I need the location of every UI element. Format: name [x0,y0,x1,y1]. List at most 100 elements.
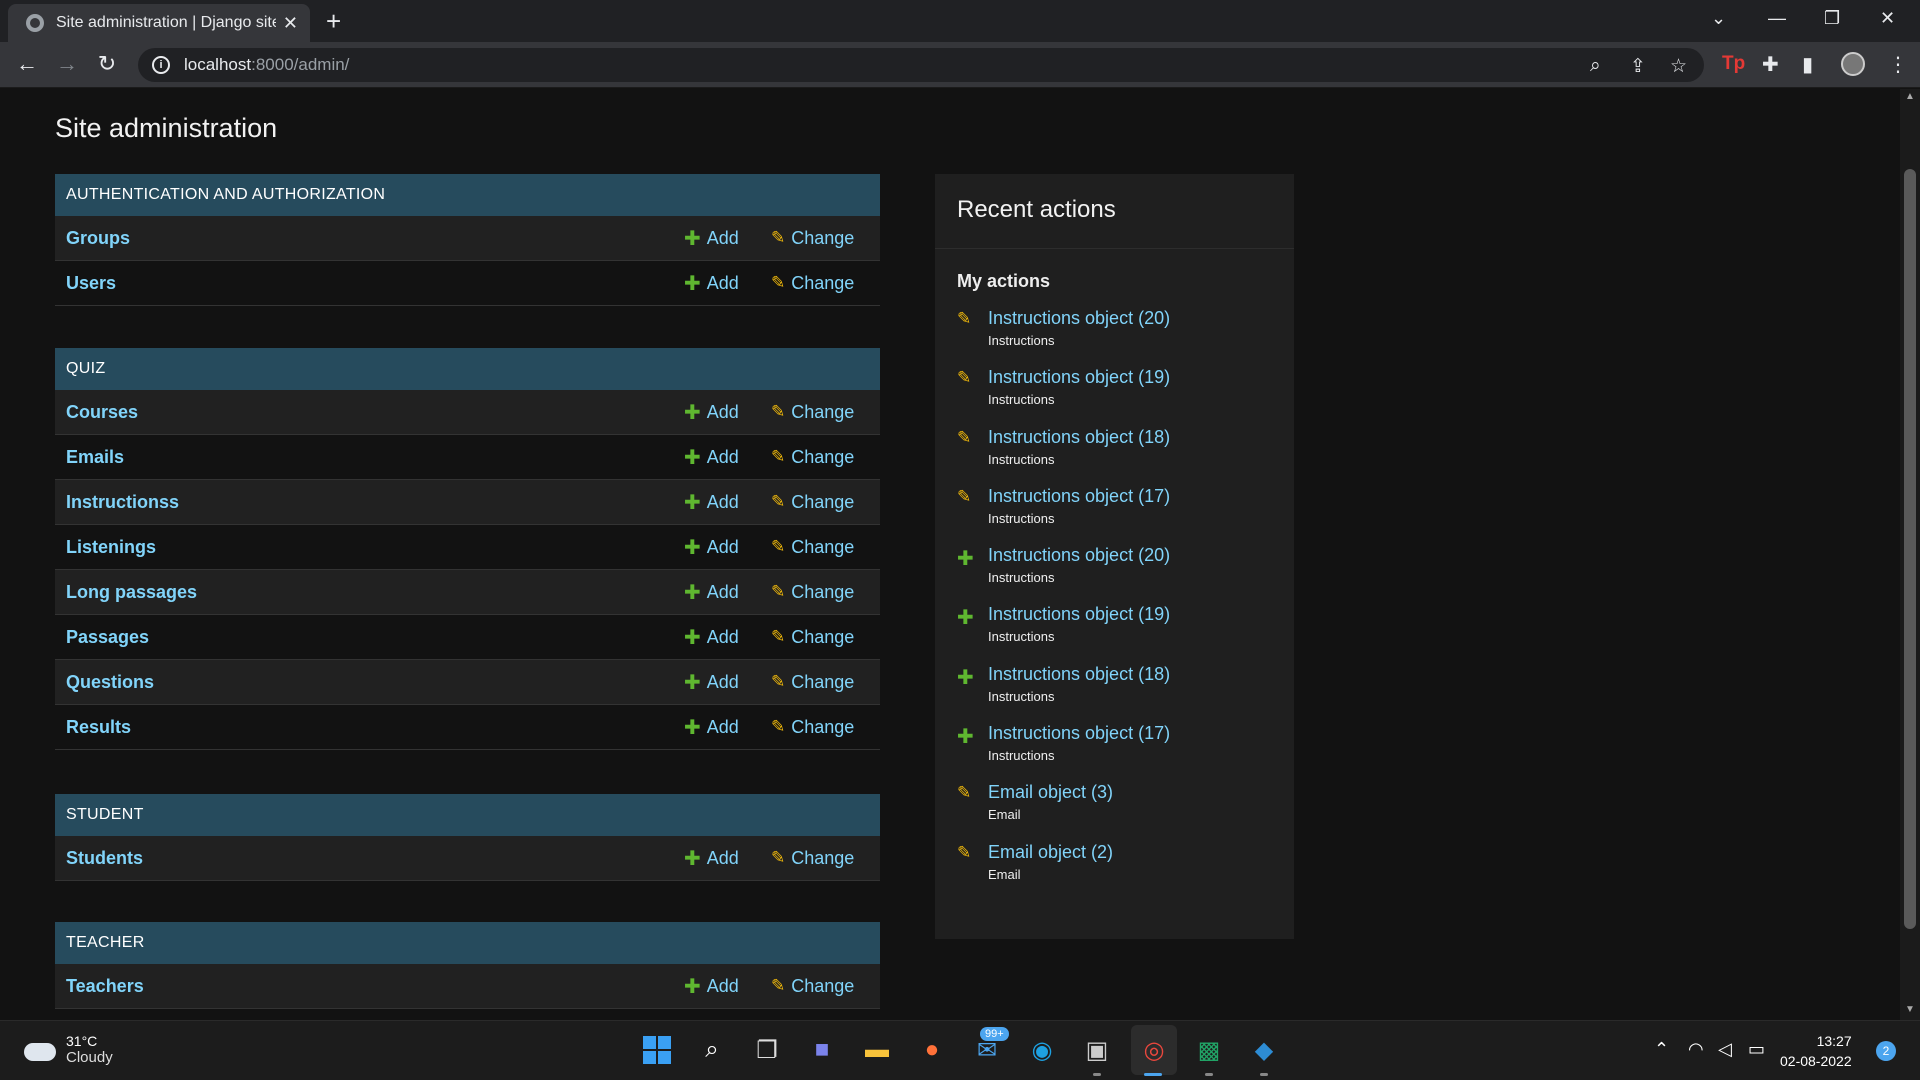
plus-icon: ✚ [684,272,701,295]
add-link[interactable]: ✚ Add [684,535,771,560]
change-link[interactable]: ✎ Change [771,402,880,423]
close-window-icon[interactable]: ✕ [1880,8,1895,29]
search-icon[interactable]: ⌕ [695,1033,729,1067]
forward-icon[interactable]: → [53,52,81,76]
weather-widget[interactable]: 31°C Cloudy [24,1033,113,1066]
add-link[interactable]: ✚ Add [684,400,771,425]
model-link[interactable]: Questions [66,672,684,693]
restore-icon[interactable]: ❐ [1824,8,1840,29]
task-view-icon[interactable]: ❐ [750,1033,784,1067]
browser-menu-icon[interactable]: ⋮ [1888,52,1908,77]
action-object-link[interactable]: Instructions object (20) [988,545,1170,566]
model-link[interactable]: Courses [66,402,684,423]
module-caption[interactable]: Teacher [55,922,880,964]
edge-icon[interactable]: ◉ [1025,1033,1059,1067]
add-link[interactable]: ✚ Add [684,846,771,871]
zoom-icon[interactable]: ⌕ [1590,55,1601,77]
extensions-puzzle-icon[interactable]: ✚ [1762,52,1779,77]
model-link[interactable]: Long passages [66,582,684,603]
my-actions-heading: My actions [957,271,1051,291]
action-object-link[interactable]: Email object (3) [988,782,1113,803]
site-info-icon[interactable]: i [152,56,170,74]
model-link[interactable]: Listenings [66,537,684,558]
add-link[interactable]: ✚ Add [684,271,771,296]
pencil-icon: ✎ [771,447,786,466]
module-caption[interactable]: Authentication and Authorization [55,174,880,216]
vscode-icon[interactable]: ◆ [1247,1033,1281,1067]
change-link[interactable]: ✎ Change [771,447,880,468]
change-link[interactable]: ✎ Change [771,627,880,648]
action-object-link[interactable]: Instructions object (17) [988,723,1170,744]
add-link[interactable]: ✚ Add [684,715,771,740]
scroll-down-icon[interactable]: ▼ [1905,1004,1915,1015]
plus-icon: ✚ [684,975,701,998]
change-link[interactable]: ✎ Change [771,582,880,603]
scroll-up-icon[interactable]: ▲ [1905,91,1915,102]
action-object-link[interactable]: Instructions object (18) [988,427,1170,448]
model-link[interactable]: Instructionss [66,492,684,513]
action-object-link[interactable]: Email object (2) [988,842,1113,863]
module-caption[interactable]: Quiz [55,348,880,390]
change-link[interactable]: ✎ Change [771,717,880,738]
teams-chat-icon[interactable]: ■ [805,1033,839,1067]
action-object-link[interactable]: Instructions object (18) [988,664,1170,685]
tp-extension-icon[interactable]: Tp [1722,53,1745,75]
scrollbar-thumb[interactable] [1904,169,1916,929]
terminal-icon[interactable]: ▣ [1080,1033,1114,1067]
side-panel-icon[interactable]: ▮ [1802,52,1813,77]
bookmark-star-icon[interactable]: ☆ [1670,55,1687,78]
model-link[interactable]: Results [66,717,684,738]
minimize-icon[interactable]: — [1768,8,1786,29]
action-object-link[interactable]: Instructions object (20) [988,308,1170,329]
model-link[interactable]: Emails [66,447,684,468]
action-object-link[interactable]: Instructions object (19) [988,604,1170,625]
change-link[interactable]: ✎ Change [771,492,880,513]
model-link[interactable]: Users [66,273,684,294]
add-link[interactable]: ✚ Add [684,445,771,470]
system-clock[interactable]: 13:27 02-08-2022 [1780,1031,1852,1071]
wifi-icon[interactable]: ◠ [1688,1039,1704,1060]
module-caption[interactable]: Student [55,794,880,836]
back-icon[interactable]: ← [13,52,41,76]
firefox-icon[interactable]: ● [915,1033,949,1067]
add-link[interactable]: ✚ Add [684,670,771,695]
file-explorer-icon[interactable]: ▬ [860,1033,894,1067]
tab-close-button[interactable]: ✕ [283,13,298,34]
excel-icon[interactable]: ▩ [1192,1033,1226,1067]
notification-badge[interactable]: 2 [1876,1041,1896,1061]
add-link[interactable]: ✚ Add [684,625,771,650]
page-scrollbar[interactable]: ▲ ▼ [1900,89,1920,1020]
plus-icon: ✚ [957,726,974,749]
action-object-link[interactable]: Instructions object (17) [988,486,1170,507]
volume-icon[interactable]: ◁ [1718,1039,1732,1060]
change-link[interactable]: ✎ Change [771,976,880,997]
chrome-icon[interactable]: ◎ [1137,1033,1171,1067]
model-link[interactable]: Passages [66,627,684,648]
add-link[interactable]: ✚ Add [684,490,771,515]
model-link[interactable]: Students [66,848,684,869]
battery-icon[interactable]: ▭ [1748,1039,1765,1060]
model-link[interactable]: Groups [66,228,684,249]
share-icon[interactable]: ⇪ [1630,55,1646,78]
tab-search-icon[interactable]: ⌄ [1711,8,1726,29]
add-link[interactable]: ✚ Add [684,580,771,605]
new-tab-button[interactable]: + [326,8,341,34]
change-link[interactable]: ✎ Change [771,672,880,693]
admin-page: Site administration Authentication and A… [0,89,1900,1020]
tray-chevron-icon[interactable]: ⌃ [1654,1039,1669,1060]
address-bar[interactable]: i localhost:8000/admin/ ⌕ ⇪ ☆ [138,48,1704,82]
browser-tab[interactable]: Site administration | Django site admin … [8,4,310,42]
change-link[interactable]: ✎ Change [771,228,880,249]
add-link[interactable]: ✚ Add [684,226,771,251]
start-button[interactable] [640,1033,674,1067]
change-link[interactable]: ✎ Change [771,537,880,558]
change-link[interactable]: ✎ Change [771,848,880,869]
app-module: Authentication and Authorization Groups ✚ A… [55,174,880,306]
chrome-active-indicator [1144,1073,1162,1076]
profile-avatar[interactable] [1841,52,1865,76]
add-link[interactable]: ✚ Add [684,974,771,999]
action-object-link[interactable]: Instructions object (19) [988,367,1170,388]
reload-icon[interactable]: ↻ [93,52,121,76]
change-link[interactable]: ✎ Change [771,273,880,294]
model-link[interactable]: Teachers [66,976,684,997]
